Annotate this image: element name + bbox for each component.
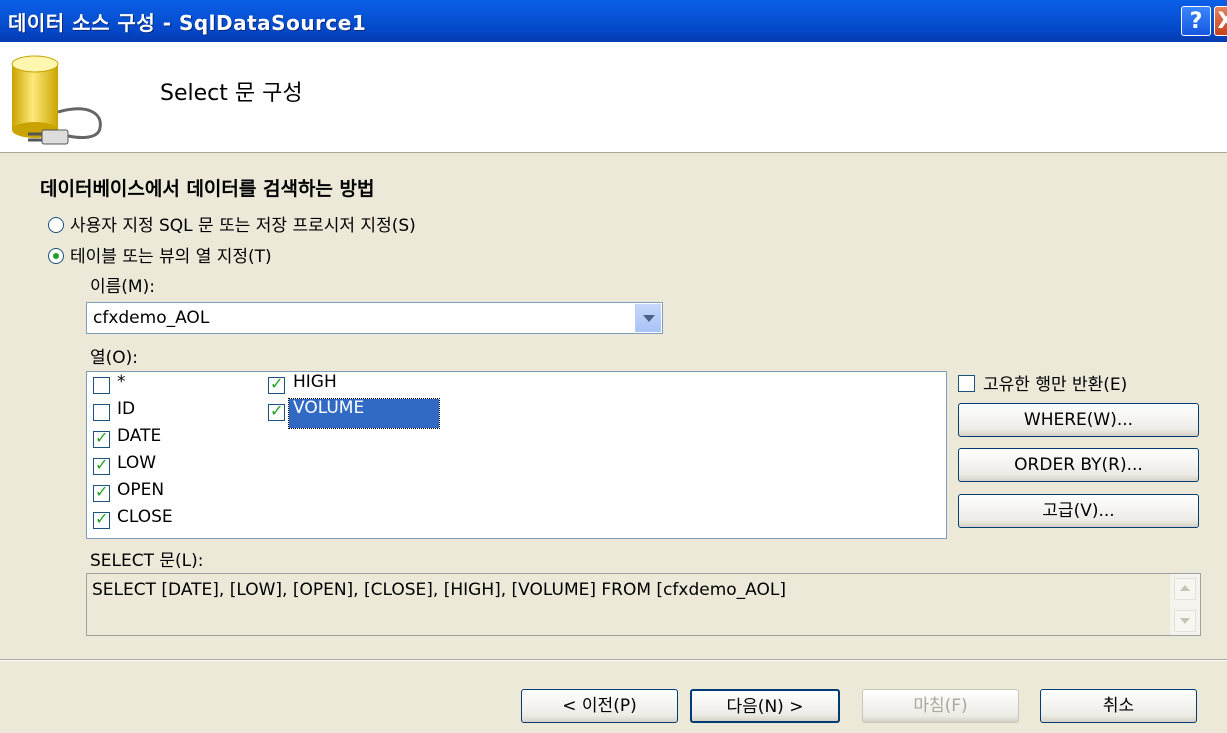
column-label-star: * [117,372,126,392]
table-view-radio-label[interactable]: 테이블 또는 뷰의 열 지정(T) [70,242,272,267]
column-checkbox-date[interactable] [93,428,110,448]
section-title: 데이터베이스에서 데이터를 검색하는 방법 [40,178,375,200]
finish-button[interactable]: 마침(F) [862,689,1019,723]
previous-button[interactable]: < 이전(P) [521,689,678,723]
where-button[interactable]: WHERE(W)... [958,403,1199,437]
column-item-volume-selected[interactable]: VOLUME [288,398,440,429]
database-connection-icon [11,55,102,145]
column-label-id: ID [117,399,136,419]
custom-sql-radio[interactable] [48,217,64,233]
order-by-button[interactable]: ORDER BY(R)... [958,448,1199,482]
footer-divider [0,659,1227,661]
next-button[interactable]: 다음(N) > [690,689,840,723]
select-statement-text: SELECT [DATE], [LOW], [OPEN], [CLOSE], [… [92,580,786,600]
chevron-down-icon[interactable] [635,304,661,332]
custom-sql-radio-label[interactable]: 사용자 지정 SQL 문 또는 저장 프로시저 지정(S) [70,211,416,236]
column-checkbox-low[interactable] [93,455,110,475]
title-bar: 데이터 소스 구성 - SqlDataSource1 ? X [0,0,1227,42]
distinct-rows-checkbox[interactable] [958,375,975,392]
columns-list[interactable] [86,371,947,539]
column-label-high: HIGH [293,372,337,392]
select-statement-scrollbar[interactable] [1170,574,1200,635]
scroll-up-icon[interactable] [1174,578,1196,600]
column-label-volume: VOLUME [293,398,365,418]
select-statement-label: SELECT 문(L): [90,551,204,571]
page-title: Select 문 구성 [160,81,303,106]
columns-label: 열(O): [90,348,139,368]
cancel-button[interactable]: 취소 [1040,689,1197,723]
column-checkbox-high[interactable] [268,374,285,394]
name-dropdown-value: cfxdemo_AOL [93,308,210,328]
table-view-radio[interactable] [48,248,64,264]
column-checkbox-id[interactable] [93,404,110,421]
name-dropdown[interactable]: cfxdemo_AOL [86,302,663,334]
close-button[interactable]: X [1214,6,1227,36]
help-button[interactable]: ? [1181,6,1211,36]
distinct-rows-label[interactable]: 고유한 행만 반환(E) [983,370,1127,395]
column-label-date: DATE [117,426,162,446]
wizard-header: Select 문 구성 [0,42,1227,153]
column-checkbox-volume[interactable] [268,401,285,421]
scroll-down-icon[interactable] [1174,610,1196,632]
column-label-close: CLOSE [117,507,173,527]
column-label-open: OPEN [117,480,165,500]
column-checkbox-open[interactable] [93,482,110,502]
column-label-low: LOW [117,453,157,473]
window-title: 데이터 소스 구성 - SqlDataSource1 [8,11,367,35]
column-checkbox-star[interactable] [93,377,110,394]
select-statement-box[interactable]: SELECT [DATE], [LOW], [OPEN], [CLOSE], [… [86,573,1201,636]
advanced-button[interactable]: 고급(V)... [958,494,1199,528]
column-checkbox-close[interactable] [93,509,110,529]
name-label: 이름(M): [90,277,155,297]
